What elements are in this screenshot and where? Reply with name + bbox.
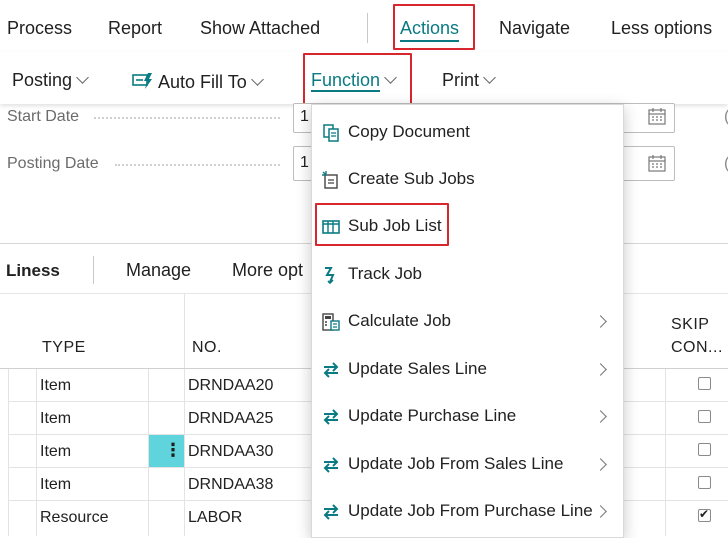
no-column-header[interactable]: NO. [192, 339, 222, 357]
row-type: Item [40, 410, 72, 427]
start-date-value: 1 [300, 108, 309, 125]
chevron-down-icon [250, 73, 264, 86]
column-divider [184, 369, 185, 536]
calculate-icon [322, 313, 340, 331]
row-type: Resource [40, 509, 109, 526]
menu-item-track-job[interactable]: Track Job [312, 256, 623, 292]
update-arrows-icon [323, 409, 339, 425]
column-divider [184, 293, 185, 368]
manage-menu[interactable]: Manage [126, 260, 191, 281]
skip-checkbox[interactable] [698, 377, 711, 390]
menu-item-create-sub-jobs[interactable]: Create Sub Jobs [312, 161, 623, 197]
type-column-header[interactable]: TYPE [42, 339, 86, 357]
copy-document-icon [323, 124, 339, 142]
menu-item-label: Create Sub Jobs [348, 169, 475, 188]
row-no: DRNDAA25 [188, 410, 274, 427]
posting-date-label: Posting Date [7, 155, 99, 172]
function-highlight [303, 53, 412, 105]
column-divider [8, 369, 9, 536]
column-divider [36, 369, 37, 536]
row-no: DRNDAA30 [188, 443, 274, 460]
menu-item-update-job-from-sales-line[interactable]: Update Job From Sales Line [312, 446, 623, 482]
chevron-right-icon [594, 363, 607, 376]
menu-item-label: Update Job From Purchase Line [348, 501, 593, 520]
dotted-leader [94, 117, 280, 119]
menu-item-copy-document[interactable]: Copy Document [312, 114, 623, 150]
update-arrows-icon [323, 457, 339, 473]
menu-item-label: Calculate Job [348, 311, 452, 330]
update-arrows-icon [323, 504, 339, 520]
checkmark-icon: ✔ [699, 507, 710, 521]
menu-item-label: Update Purchase Line [348, 406, 517, 425]
menu-item-label: Track Job [348, 264, 423, 283]
menu-item-label: Copy Document [348, 122, 470, 141]
chevron-right-icon [594, 410, 607, 423]
menu-item-label: Update Sales Line [348, 359, 487, 378]
calendar-icon[interactable] [647, 106, 667, 126]
menu-item-update-purchase-line[interactable]: Update Purchase Line [312, 398, 623, 434]
posting-date-value: 1 [300, 154, 309, 171]
chevron-right-icon [594, 505, 607, 518]
auto-fill-to-label: Auto Fill To [158, 72, 247, 92]
menu-item-update-sales-line[interactable]: Update Sales Line [312, 351, 623, 387]
chevron-right-icon [594, 315, 607, 328]
row-type: Item [40, 443, 72, 460]
function-dropdown-menu: Copy Document Create Sub Jobs Sub Job Li… [311, 104, 624, 538]
less-options-button[interactable]: Less options [611, 18, 712, 39]
chevron-right-icon [594, 458, 607, 471]
clipped-field: ( [724, 108, 728, 126]
skip-checkbox[interactable] [698, 443, 711, 456]
clipped-field: ( [724, 155, 728, 173]
row-no: DRNDAA20 [188, 377, 274, 394]
navigate-menu[interactable]: Navigate [499, 18, 570, 39]
posting-menu[interactable]: Posting [12, 70, 89, 91]
column-divider [665, 369, 666, 536]
chevron-down-icon [76, 71, 89, 84]
auto-fill-icon [132, 73, 152, 89]
lines-separator [93, 256, 94, 284]
row-type: Item [40, 377, 72, 394]
skip-checkbox[interactable] [698, 410, 711, 423]
print-label: Print [442, 70, 480, 90]
skip-column-header-2[interactable]: CON... [671, 339, 723, 357]
row-no: LABOR [188, 509, 243, 526]
menu-item-update-job-from-purchase-line[interactable]: Update Job From Purchase Line [312, 493, 623, 529]
skip-checkbox-checked[interactable]: ✔ [698, 507, 711, 522]
more-vertical-icon: ⋮ [164, 440, 182, 460]
lines-title: Liness [6, 261, 60, 280]
show-attached-menu[interactable]: Show Attached [200, 18, 320, 39]
process-menu[interactable]: Process [7, 18, 72, 39]
auto-fill-to-menu[interactable]: Auto Fill To [132, 70, 264, 93]
menu-item-calculate-job[interactable]: Calculate Job [312, 303, 623, 339]
print-menu[interactable]: Print [442, 70, 496, 91]
row-type: Item [40, 476, 72, 493]
actions-highlight [393, 4, 475, 50]
row-no: DRNDAA38 [188, 476, 274, 493]
report-menu[interactable]: Report [108, 18, 162, 39]
menu-item-label: Update Job From Sales Line [348, 454, 564, 473]
track-job-icon [325, 267, 335, 285]
sub-job-list-highlight [315, 203, 449, 246]
more-options-button[interactable]: More opt [232, 260, 303, 281]
create-sub-jobs-icon [322, 171, 338, 189]
skip-column-header[interactable]: SKIP [671, 316, 709, 334]
top-separator [367, 13, 368, 43]
update-arrows-icon [323, 362, 339, 378]
dotted-leader [115, 164, 280, 166]
start-date-label: Start Date [7, 108, 80, 125]
calendar-icon[interactable] [647, 153, 667, 173]
chevron-down-icon [483, 71, 496, 84]
skip-checkbox[interactable] [698, 476, 711, 489]
row-action-button[interactable]: ⋮ [149, 435, 184, 467]
posting-label: Posting [12, 70, 73, 90]
